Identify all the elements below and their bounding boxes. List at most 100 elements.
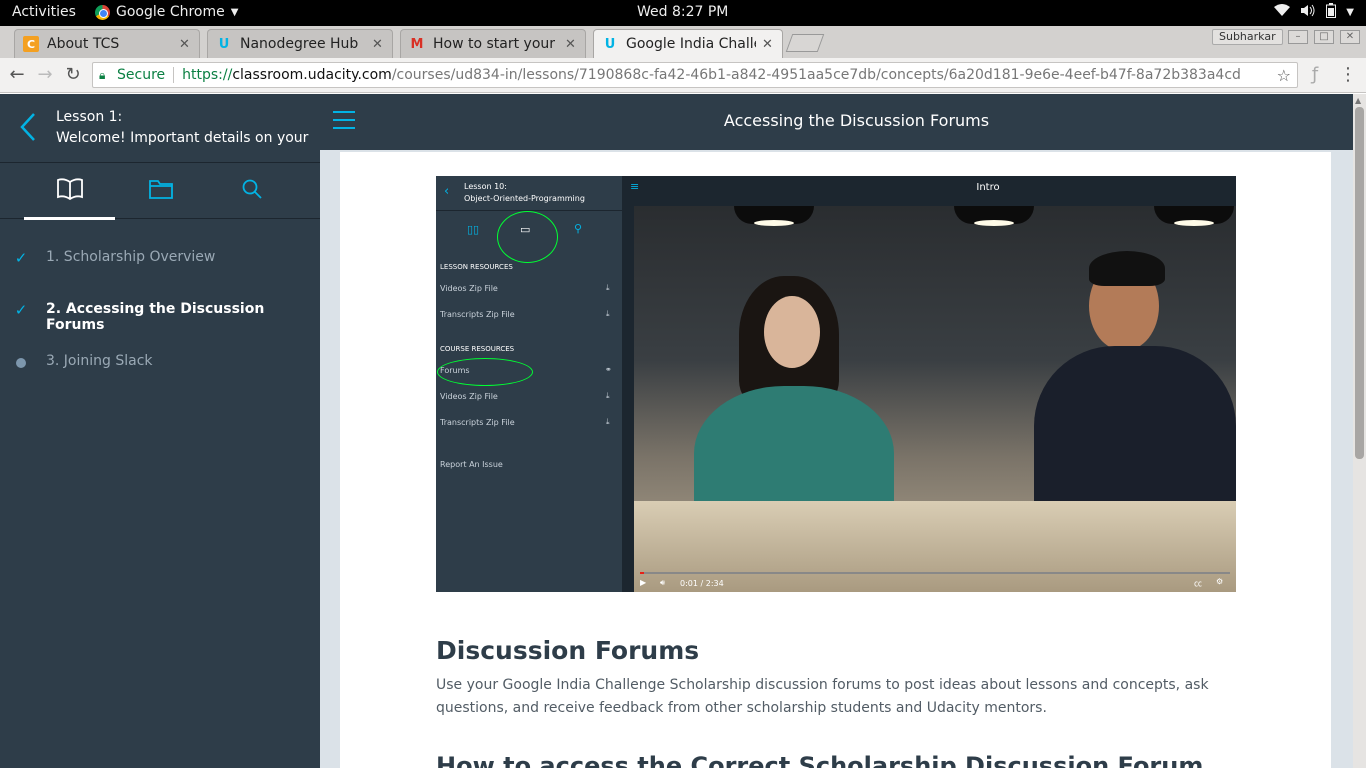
tab-search[interactable]	[206, 163, 297, 219]
link-icon: ⚭	[605, 365, 612, 374]
concept-card: ‹ Lesson 10: Object-Oriented-Programming…	[340, 152, 1331, 768]
lamp	[734, 206, 814, 226]
sidebar-tabs	[0, 163, 320, 220]
lock-icon: 🔒︎	[99, 67, 106, 82]
udacity-icon: U	[604, 36, 616, 52]
forward-arrow-icon[interactable]: →	[34, 64, 56, 86]
folder-icon	[148, 179, 173, 203]
download-icon: ⤓	[606, 417, 610, 426]
book-icon	[56, 178, 83, 204]
app-menu[interactable]: Google Chrome ▼	[95, 4, 238, 20]
udacity-icon: U	[218, 36, 230, 52]
chrome-icon	[95, 4, 110, 20]
chevron-left-icon[interactable]	[16, 112, 40, 142]
new-tab-button[interactable]	[785, 34, 825, 52]
wifi-icon	[1274, 4, 1291, 21]
scrollbar-thumb[interactable]	[1355, 107, 1364, 459]
lesson-label: Lesson 1:	[56, 109, 123, 125]
concept-header: Accessing the Discussion Forums	[320, 94, 1353, 150]
captions-icon[interactable]: ㏄	[1194, 578, 1202, 589]
search-icon	[242, 179, 262, 203]
page-title: Accessing the Discussion Forums	[723, 111, 990, 130]
video-frame: ≡ ▶ 🔊︎ 0:01 / 2:34 ㏄ ⚙ Intro	[622, 176, 1236, 592]
tcs-icon: C	[23, 36, 39, 52]
volume-icon[interactable]: 🔊︎	[660, 578, 665, 588]
tab-strip: C About TCS ✕ U Nanodegree Hub ✕ M How t…	[0, 26, 1366, 58]
check-icon: ✓	[14, 301, 28, 319]
resource-item: Videos Zip File	[440, 392, 498, 401]
person-man-hair	[1089, 251, 1165, 286]
tab-resources[interactable]	[115, 163, 206, 219]
play-icon[interactable]: ▶	[640, 578, 646, 587]
main-pane: Accessing the Discussion Forums ‹ Lesson…	[320, 94, 1353, 768]
resource-item: Videos Zip File	[440, 284, 498, 293]
activities-button[interactable]: Activities	[12, 4, 76, 20]
close-window-icon[interactable]: ✕	[1340, 30, 1360, 44]
browser-tab[interactable]: M How to start your G ✕	[400, 29, 586, 58]
profile-button[interactable]: Subharkar	[1212, 29, 1283, 45]
section-paragraph: Use your Google India Challenge Scholars…	[436, 677, 1209, 716]
battery-icon	[1326, 3, 1337, 22]
page-scrollbar[interactable]: ▲	[1353, 94, 1366, 768]
divider	[173, 67, 175, 83]
caret-down-icon: ▼	[230, 6, 239, 18]
clock[interactable]: Wed 8:27 PM	[637, 4, 728, 20]
close-icon[interactable]: ✕	[372, 37, 384, 52]
book-icon: ▯▯	[467, 223, 480, 236]
close-icon[interactable]: ✕	[762, 37, 774, 52]
lamp	[954, 206, 1034, 226]
sidebar-item-label: 2. Accessing the Discussion Forums	[46, 301, 265, 333]
caret-down-icon: ▼	[1346, 7, 1354, 18]
hamburger-menu-icon: ≡	[630, 180, 640, 193]
search-icon: ⚲	[574, 222, 583, 235]
lamp	[1154, 206, 1234, 226]
progress-bar[interactable]	[640, 572, 1230, 574]
minimize-icon[interactable]: –	[1288, 30, 1308, 44]
video-controls[interactable]: ▶ 🔊︎ 0:01 / 2:34 ㏄ ⚙	[634, 572, 1236, 592]
reload-icon[interactable]: ↻	[62, 64, 84, 86]
url-scheme: https://	[182, 67, 233, 83]
video-time: 0:01 / 2:34	[680, 579, 724, 588]
sidebar-item-scholarship-overview[interactable]: ✓ 1. Scholarship Overview	[0, 232, 320, 284]
settings-icon[interactable]: ⚙	[1216, 577, 1223, 586]
system-tray[interactable]: ▼	[1274, 3, 1354, 22]
lesson-sidebar: Lesson 1: Welcome! Important details on …	[0, 94, 320, 768]
report-issue-link: Report An Issue	[440, 460, 503, 469]
download-icon: ⤓	[606, 391, 610, 400]
download-icon: ⤓	[606, 283, 610, 292]
address-bar[interactable]: 🔒︎ Secure https:// classroom.udacity.com…	[92, 62, 1298, 88]
check-icon: ✓	[14, 249, 28, 267]
browser-tab[interactable]: C About TCS ✕	[14, 29, 200, 58]
resource-item: Transcripts Zip File	[440, 418, 515, 427]
sidebar-item-discussion-forums[interactable]: ✓ 2. Accessing the Discussion Forums	[0, 284, 320, 336]
extension-icon[interactable]: ƒ	[1304, 64, 1326, 86]
course-resources-heading: COURSE RESOURCES	[440, 345, 515, 353]
person-woman-face	[764, 296, 820, 368]
close-icon[interactable]: ✕	[179, 37, 191, 52]
menu-kebab-icon[interactable]: ⋮	[1337, 64, 1359, 86]
lesson-resources-heading: LESSON RESOURCES	[440, 263, 513, 271]
url-path: /courses/ud834-in/lessons/7190868c-fa42-…	[391, 67, 1241, 83]
tab-title: Google India Challer	[626, 36, 756, 52]
browser-tab-active[interactable]: U Google India Challer ✕	[593, 29, 783, 58]
chevron-left-icon: ‹	[444, 184, 450, 199]
highlight-circle	[437, 358, 533, 386]
browser-tab[interactable]: U Nanodegree Hub ✕	[207, 29, 393, 58]
tab-title: About TCS	[47, 36, 120, 52]
sidebar-item-joining-slack[interactable]: 3. Joining Slack	[0, 336, 320, 388]
secure-label: Secure	[117, 67, 166, 83]
tab-title: How to start your G	[433, 36, 559, 52]
resource-item: Transcripts Zip File	[440, 310, 515, 319]
close-icon[interactable]: ✕	[565, 37, 577, 52]
video-player[interactable]: ‹ Lesson 10: Object-Oriented-Programming…	[436, 176, 1236, 592]
section-heading: Discussion Forums	[436, 636, 700, 665]
bookmark-star-icon[interactable]: ☆	[1277, 66, 1291, 85]
back-arrow-icon[interactable]: ←	[6, 64, 28, 86]
sidebar-item-label: 1. Scholarship Overview	[46, 249, 216, 265]
tab-concepts[interactable]	[24, 163, 115, 220]
maximize-icon[interactable]: □	[1314, 30, 1334, 44]
scroll-up-arrow-icon[interactable]: ▲	[1355, 96, 1361, 105]
download-icon: ⤓	[606, 309, 610, 318]
video-lesson-title: Object-Oriented-Programming	[464, 194, 585, 203]
browser-toolbar: ← → ↻ 🔒︎ Secure https:// classroom.udaci…	[0, 58, 1366, 93]
